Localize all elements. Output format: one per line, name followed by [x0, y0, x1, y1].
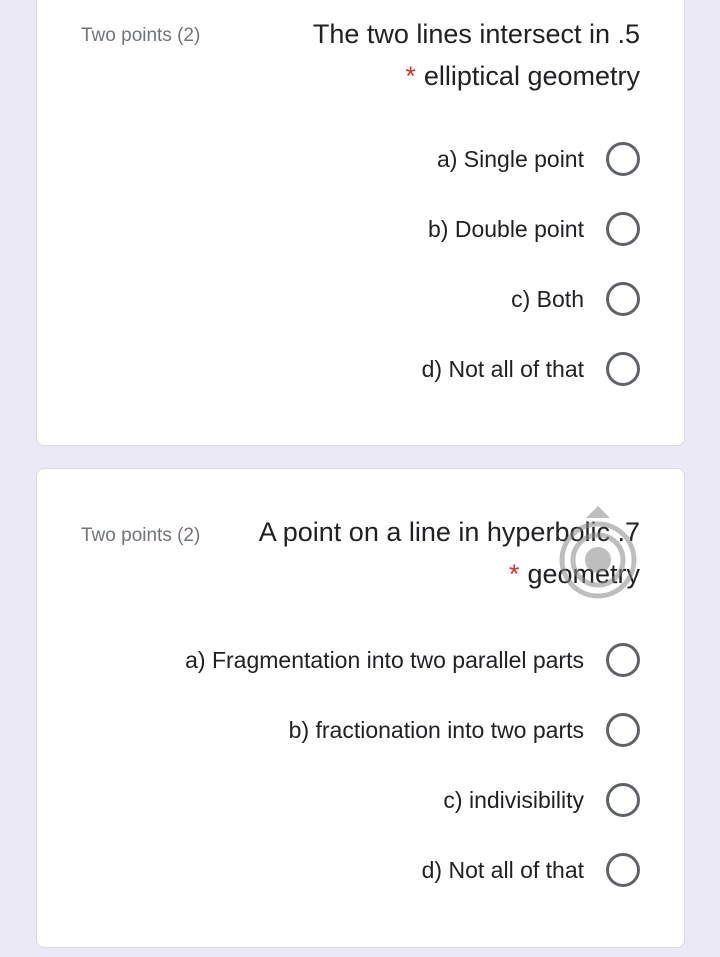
radio-unchecked-icon[interactable] [606, 352, 640, 386]
option-label: c) Both [511, 285, 584, 312]
option-c[interactable]: c) indivisibility [443, 780, 640, 820]
question-card-1: Two points (2) The two lines intersect i… [36, 0, 685, 446]
option-label: d) Not all of that [421, 856, 584, 883]
required-asterisk: * [405, 61, 416, 91]
question-title-line1: A point on a line in hyperbolic .7 [258, 517, 640, 547]
option-a[interactable]: a) Fragmentation into two parallel parts [185, 640, 640, 680]
option-label: a) Fragmentation into two parallel parts [185, 646, 584, 673]
option-b[interactable]: b) fractionation into two parts [289, 710, 640, 750]
radio-unchecked-icon[interactable] [606, 783, 640, 817]
option-label: c) indivisibility [443, 786, 584, 813]
option-label: a) Single point [436, 145, 584, 172]
radio-unchecked-icon[interactable] [606, 643, 640, 677]
option-label: d) Not all of that [421, 355, 584, 382]
radio-unchecked-icon[interactable] [606, 142, 640, 176]
points-label: Two points (2) [81, 525, 201, 546]
option-c[interactable]: c) Both [511, 279, 640, 319]
option-label: b) Double point [428, 215, 584, 242]
question-title-text: geometry [527, 559, 640, 589]
question-title-line2: * elliptical geometry [405, 61, 640, 92]
radio-unchecked-icon[interactable] [606, 212, 640, 246]
option-d[interactable]: d) Not all of that [422, 349, 640, 389]
option-b[interactable]: b) Double point [428, 209, 640, 249]
question-title-line2: * geometry [509, 559, 640, 590]
radio-unchecked-icon[interactable] [606, 282, 640, 316]
radio-unchecked-icon[interactable] [606, 713, 640, 747]
option-a[interactable]: a) Single point [437, 139, 640, 179]
points-label: Two points (2) [81, 25, 201, 46]
question-title-text: elliptical geometry [423, 61, 640, 91]
required-asterisk: * [508, 559, 520, 589]
question-card-2: Two points (2) A point on a line in hype… [36, 468, 685, 948]
option-label: b) fractionation into two parts [288, 716, 584, 743]
question-title-line1: The two lines intersect in .5 [312, 19, 640, 49]
radio-unchecked-icon[interactable] [606, 853, 640, 887]
option-d[interactable]: d) Not all of that [422, 850, 640, 890]
